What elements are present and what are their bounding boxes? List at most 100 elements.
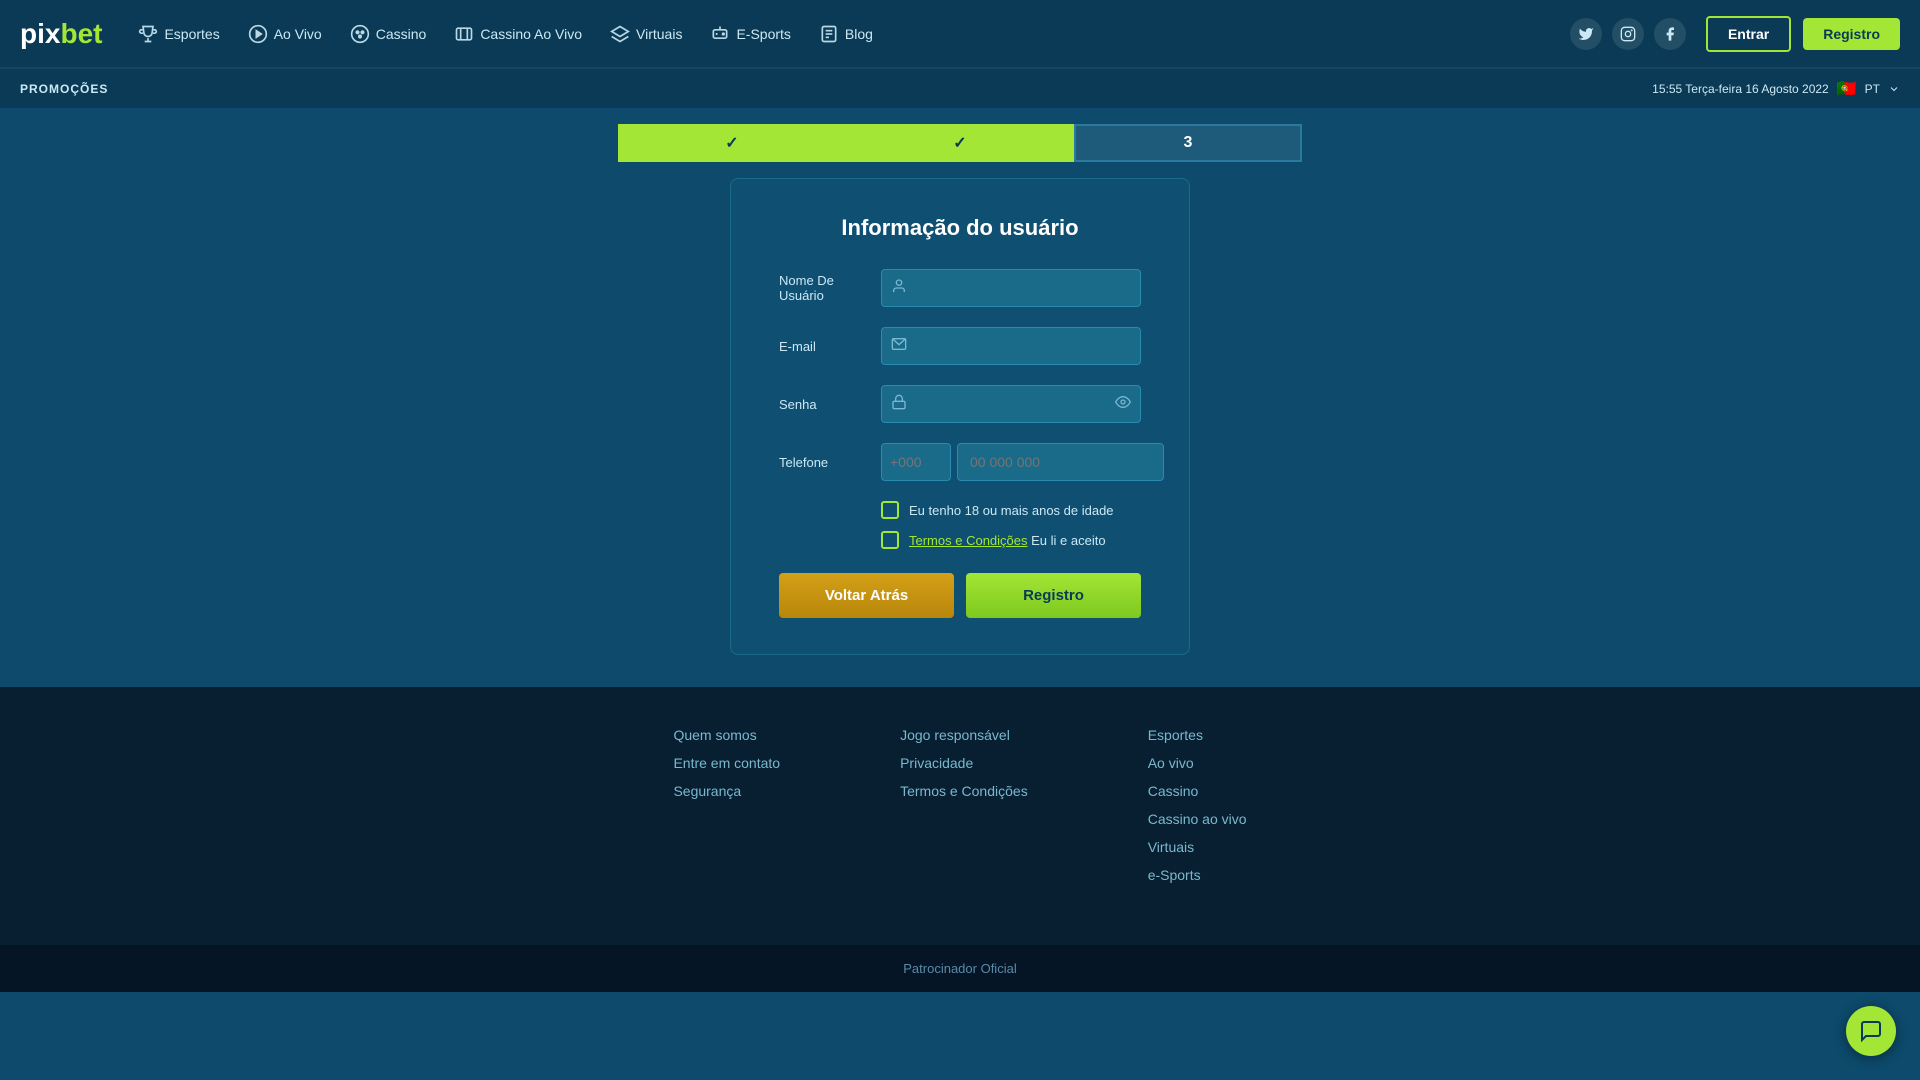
nav-cassino-ao-vivo-label: Cassino Ao Vivo	[480, 26, 582, 42]
phone-code-input[interactable]	[881, 443, 951, 481]
step-1-button[interactable]: ✓	[618, 124, 846, 162]
telefone-group: Telefone	[779, 443, 1141, 481]
nav-virtuais-label: Virtuais	[636, 26, 682, 42]
promo-label: PROMOÇÕES	[20, 82, 108, 96]
footer-esports[interactable]: e-Sports	[1148, 867, 1247, 883]
logo-pix: pix	[20, 18, 60, 49]
social-icons	[1570, 18, 1686, 50]
nav: Esportes Ao Vivo Cassino Cassino Ao Vivo…	[126, 16, 884, 52]
footer-columns: Quem somos Entre em contato Segurança Jo…	[120, 727, 1800, 883]
lang-text: PT	[1865, 82, 1880, 96]
senha-group: Senha	[779, 385, 1141, 423]
terms-checkbox-item[interactable]: Termos e Condições Eu li e aceito	[881, 531, 1141, 549]
form-card: Informação do usuário Nome De Usuário E-…	[730, 178, 1190, 655]
phone-group	[881, 443, 1164, 481]
footer-ao-vivo[interactable]: Ao vivo	[1148, 755, 1247, 771]
chat-bubble-button[interactable]	[1846, 1006, 1896, 1056]
voltar-button[interactable]: Voltar Atrás	[779, 573, 954, 618]
footer-quem-somos[interactable]: Quem somos	[673, 727, 780, 743]
footer-col-2: Jogo responsável Privacidade Termos e Co…	[900, 727, 1028, 883]
telefone-label: Telefone	[779, 455, 869, 470]
logo-bet: bet	[60, 18, 102, 49]
senha-input[interactable]	[881, 385, 1141, 423]
datetime-text: 15:55 Terça-feira 16 Agosto 2022	[1652, 82, 1829, 96]
footer-cassino[interactable]: Cassino	[1148, 783, 1247, 799]
eye-icon[interactable]	[1115, 394, 1131, 414]
flag-icon: 🇵🇹	[1837, 79, 1857, 99]
footer-seguranca[interactable]: Segurança	[673, 783, 780, 799]
nav-blog-label: Blog	[845, 26, 873, 42]
facebook-icon[interactable]	[1654, 18, 1686, 50]
footer-cassino-ao-vivo[interactable]: Cassino ao vivo	[1148, 811, 1247, 827]
step-2-button[interactable]: ✓	[846, 124, 1074, 162]
age-checkbox[interactable]	[881, 501, 899, 519]
footer-esportes[interactable]: Esportes	[1148, 727, 1247, 743]
email-input[interactable]	[881, 327, 1141, 365]
action-buttons: Voltar Atrás Registro	[779, 573, 1141, 618]
datetime-lang: 15:55 Terça-feira 16 Agosto 2022 🇵🇹 PT	[1652, 79, 1900, 99]
header-left: pixbet Esportes Ao Vivo Cassino Cassino …	[20, 16, 885, 52]
form-title: Informação do usuário	[779, 215, 1141, 241]
footer: Quem somos Entre em contato Segurança Jo…	[0, 687, 1920, 945]
nav-esportes-label: Esportes	[164, 26, 219, 42]
username-group: Nome De Usuário	[779, 269, 1141, 307]
email-group: E-mail	[779, 327, 1141, 365]
footer-virtuais[interactable]: Virtuais	[1148, 839, 1247, 855]
footer-col-3: Esportes Ao vivo Cassino Cassino ao vivo…	[1148, 727, 1247, 883]
terms-link[interactable]: Termos e Condições	[909, 533, 1028, 548]
chevron-down-icon	[1888, 83, 1900, 95]
entrar-button[interactable]: Entrar	[1706, 16, 1791, 52]
age-checkbox-label: Eu tenho 18 ou mais anos de idade	[909, 503, 1114, 518]
footer-termos[interactable]: Termos e Condições	[900, 783, 1028, 799]
logo-text: pixbet	[20, 18, 102, 50]
footer-jogo-responsavel[interactable]: Jogo responsável	[900, 727, 1028, 743]
footer-entre-em-contato[interactable]: Entre em contato	[673, 755, 780, 771]
logo[interactable]: pixbet	[20, 18, 102, 50]
play-icon	[248, 24, 268, 44]
age-checkbox-item[interactable]: Eu tenho 18 ou mais anos de idade	[881, 501, 1141, 519]
terms-rest: Eu li e aceito	[1028, 533, 1106, 548]
email-label: E-mail	[779, 339, 869, 354]
username-input-wrapper	[881, 269, 1141, 307]
patrocinador-text: Patrocinador Oficial	[903, 961, 1016, 976]
esports-icon	[710, 24, 730, 44]
nav-ao-vivo[interactable]: Ao Vivo	[236, 16, 334, 52]
nav-cassino-ao-vivo[interactable]: Cassino Ao Vivo	[442, 16, 594, 52]
blog-icon	[819, 24, 839, 44]
footer-privacidade[interactable]: Privacidade	[900, 755, 1028, 771]
nav-esportes[interactable]: Esportes	[126, 16, 231, 52]
nav-ao-vivo-label: Ao Vivo	[274, 26, 322, 42]
username-input[interactable]	[881, 269, 1141, 307]
email-input-wrapper	[881, 327, 1141, 365]
instagram-icon[interactable]	[1612, 18, 1644, 50]
step-2-label: ✓	[953, 133, 966, 153]
step-3-button[interactable]: 3	[1074, 124, 1302, 162]
header-right: Entrar Registro	[1570, 16, 1900, 52]
trophy-icon	[138, 24, 158, 44]
terms-checkbox-label: Termos e Condições Eu li e aceito	[909, 533, 1106, 548]
main-content: Informação do usuário Nome De Usuário E-…	[0, 170, 1920, 687]
footer-col-1: Quem somos Entre em contato Segurança	[673, 727, 780, 883]
nav-cassino[interactable]: Cassino	[338, 16, 439, 52]
terms-checkbox[interactable]	[881, 531, 899, 549]
casino-live-icon	[454, 24, 474, 44]
nav-blog[interactable]: Blog	[807, 16, 885, 52]
nav-virtuais[interactable]: Virtuais	[598, 16, 694, 52]
casino-icon	[350, 24, 370, 44]
registro-header-button[interactable]: Registro	[1803, 18, 1900, 50]
promo-bar: PROMOÇÕES 15:55 Terça-feira 16 Agosto 20…	[0, 68, 1920, 108]
username-label: Nome De Usuário	[779, 273, 869, 303]
footer-bottom: Patrocinador Oficial	[0, 945, 1920, 992]
phone-number-input[interactable]	[957, 443, 1164, 481]
registro-form-button[interactable]: Registro	[966, 573, 1141, 618]
twitter-icon[interactable]	[1570, 18, 1602, 50]
nav-cassino-label: Cassino	[376, 26, 427, 42]
step-indicator: ✓ ✓ 3	[0, 108, 1920, 170]
senha-label: Senha	[779, 397, 869, 412]
nav-esports[interactable]: E-Sports	[698, 16, 802, 52]
step-3-label: 3	[1184, 134, 1193, 152]
virtual-icon	[610, 24, 630, 44]
nav-esports-label: E-Sports	[736, 26, 790, 42]
senha-input-wrapper	[881, 385, 1141, 423]
checkbox-section: Eu tenho 18 ou mais anos de idade Termos…	[881, 501, 1141, 549]
